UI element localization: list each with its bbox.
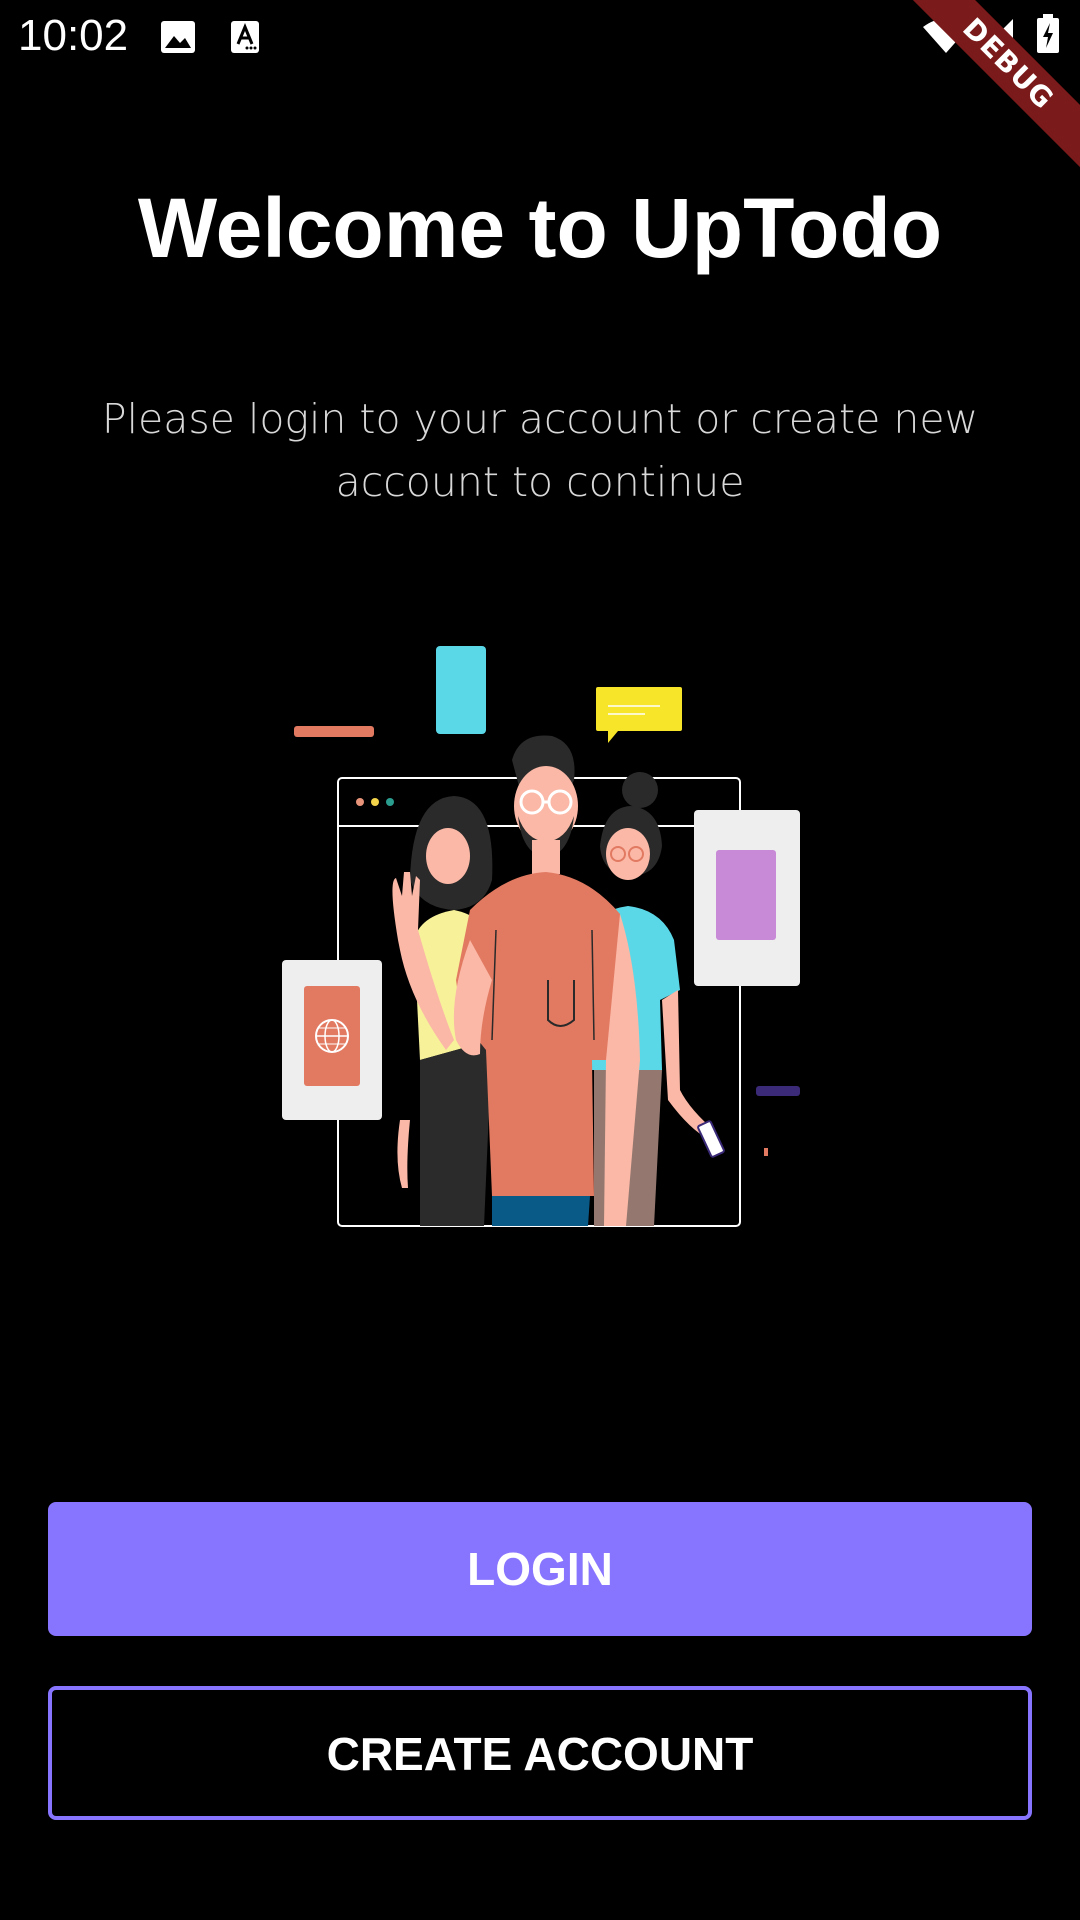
battery-charging-icon [1036, 14, 1060, 59]
create-account-button[interactable]: CREATE ACCOUNT [48, 1686, 1032, 1820]
status-time: 10:02 [18, 11, 129, 60]
page-title: Welcome to UpTodo [137, 181, 943, 275]
image-icon [160, 20, 196, 59]
text-accessibility-icon [230, 20, 260, 59]
welcome-subtitle: Please login to your account or create n… [101, 395, 979, 506]
login-button[interactable]: LOGIN [48, 1502, 1032, 1636]
team-illustration-icon [270, 640, 810, 1240]
status-bar: 10:02 DEBUG [0, 0, 1080, 186]
